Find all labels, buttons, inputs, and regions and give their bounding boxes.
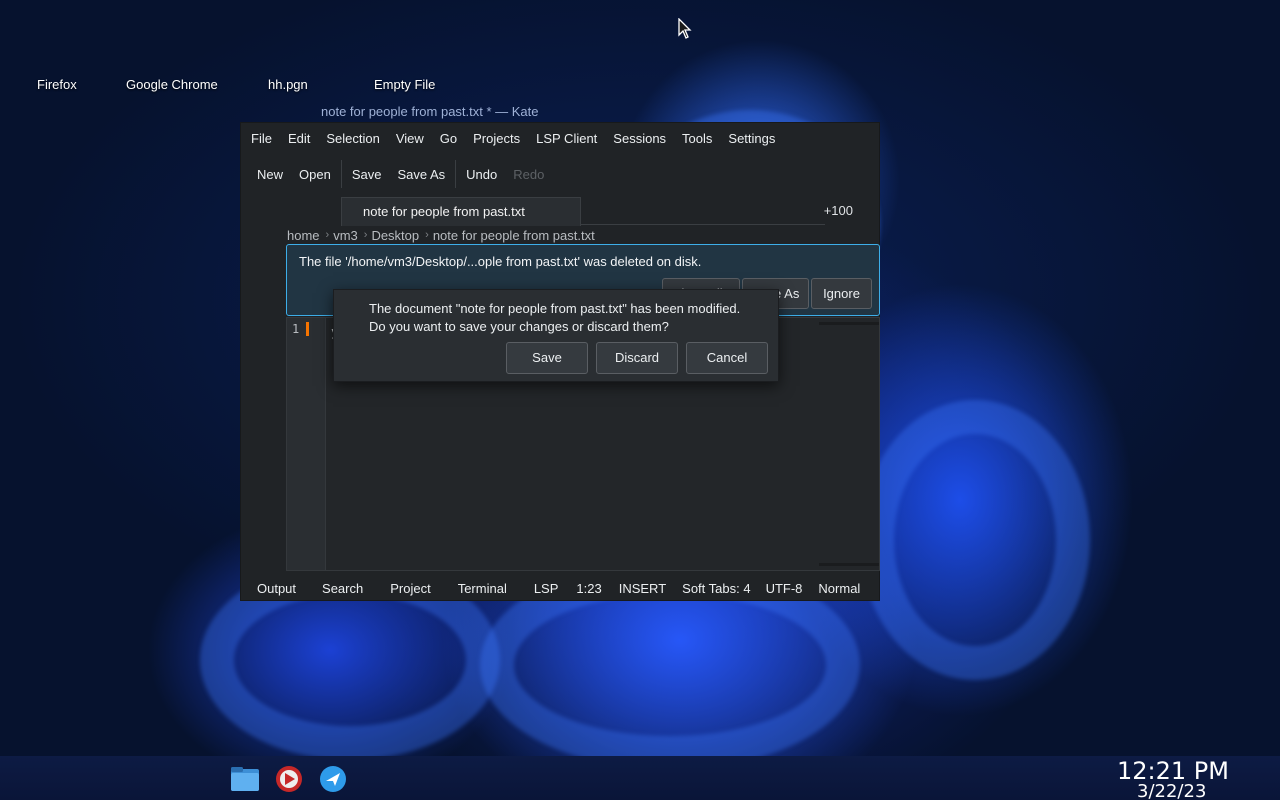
output-tab[interactable]: Output	[257, 581, 296, 596]
clock-date[interactable]: 3/22/23	[1137, 781, 1206, 800]
encoding-setting[interactable]: UTF-8	[766, 581, 803, 596]
media-player-icon[interactable]	[274, 764, 304, 794]
save-button[interactable]: Save	[344, 167, 390, 182]
breadcrumb-home[interactable]: home	[287, 228, 320, 243]
menu-go[interactable]: Go	[432, 131, 465, 146]
menu-sessions[interactable]: Sessions	[605, 131, 674, 146]
wallpaper-swirl	[860, 400, 1090, 680]
undo-button[interactable]: Undo	[458, 167, 505, 182]
lsp-tab[interactable]: LSP	[534, 581, 559, 596]
line-number: 1	[292, 322, 300, 336]
breadcrumb-file[interactable]: note for people from past.txt	[433, 228, 595, 243]
save-as-button[interactable]: Save As	[389, 167, 453, 182]
notice-message: The file '/home/vm3/Desktop/...ople from…	[299, 254, 702, 269]
line-number-gutter: 1	[287, 318, 326, 570]
desktop-icon-hh-pgn[interactable]: hh.pgn	[268, 77, 308, 92]
menu-edit[interactable]: Edit	[280, 131, 318, 146]
indentation-setting[interactable]: Soft Tabs: 4	[682, 581, 750, 596]
minimap-top-line	[819, 322, 879, 325]
folder-icon[interactable]	[230, 764, 260, 794]
new-button[interactable]: New	[249, 167, 291, 182]
minimap-scrollbar[interactable]	[819, 318, 879, 570]
save-changes-dialog: The document "note for people from past.…	[333, 289, 779, 382]
menu-bar: File Edit Selection View Go Projects LSP…	[241, 123, 879, 153]
toolbar-separator	[340, 160, 342, 188]
modified-line-marker	[306, 322, 309, 336]
menu-tools[interactable]: Tools	[674, 131, 720, 146]
dialog-message-line-2: Do you want to save your changes or disc…	[369, 319, 669, 334]
open-button[interactable]: Open	[291, 167, 339, 182]
menu-file[interactable]: File	[243, 131, 280, 146]
minimap-bottom-line	[819, 563, 879, 566]
desktop-icon-google-chrome[interactable]: Google Chrome	[126, 77, 218, 92]
redo-button: Redo	[513, 166, 545, 182]
search-tab[interactable]: Search	[322, 581, 363, 596]
menu-selection[interactable]: Selection	[318, 131, 387, 146]
cursor-position[interactable]: 1:23	[576, 581, 601, 596]
chevron-right-icon: ›	[325, 229, 330, 241]
main-toolbar: New Open Save Save As Undo Redo	[241, 159, 879, 189]
tab-overflow-count[interactable]: +100	[824, 203, 853, 218]
dialog-discard-button[interactable]: Discard	[596, 342, 678, 374]
window-title: note for people from past.txt * — Kate	[321, 104, 539, 119]
desktop-icon-empty-file[interactable]: Empty File	[374, 77, 435, 92]
menu-projects[interactable]: Projects	[465, 131, 528, 146]
breadcrumb-desktop[interactable]: Desktop	[371, 228, 419, 243]
chevron-right-icon: ›	[425, 229, 429, 241]
mouse-cursor-icon	[678, 18, 692, 39]
input-mode[interactable]: INSERT	[619, 581, 666, 596]
desktop-icon-firefox[interactable]: Firefox	[37, 77, 77, 92]
menu-view[interactable]: View	[388, 131, 432, 146]
menu-settings[interactable]: Settings	[720, 131, 783, 146]
document-tab[interactable]: note for people from past.txt	[341, 197, 581, 226]
project-tab[interactable]: Project	[390, 581, 430, 596]
status-bar: Output Search Project Terminal LSP 1:23 …	[241, 575, 879, 601]
ignore-button[interactable]: Ignore	[811, 278, 872, 309]
breadcrumb-vm3[interactable]: vm3	[333, 228, 358, 243]
dialog-cancel-button[interactable]: Cancel	[686, 342, 768, 374]
menu-lsp-client[interactable]: LSP Client	[528, 131, 605, 146]
tab-bar: note for people from past.txt	[341, 195, 825, 226]
syntax-mode[interactable]: Normal	[818, 581, 860, 596]
toolbar-separator	[455, 160, 457, 188]
terminal-tab[interactable]: Terminal	[458, 581, 507, 596]
chevron-right-icon: ›	[363, 229, 368, 241]
dialog-save-button[interactable]: Save	[506, 342, 588, 374]
kde-connect-icon[interactable]	[318, 764, 348, 794]
breadcrumb: home › vm3 › Desktop › note for people f…	[287, 226, 595, 244]
dialog-message-line-1: The document "note for people from past.…	[369, 301, 741, 316]
taskbar	[0, 756, 1280, 800]
dialog-message: The document "note for people from past.…	[369, 300, 740, 336]
